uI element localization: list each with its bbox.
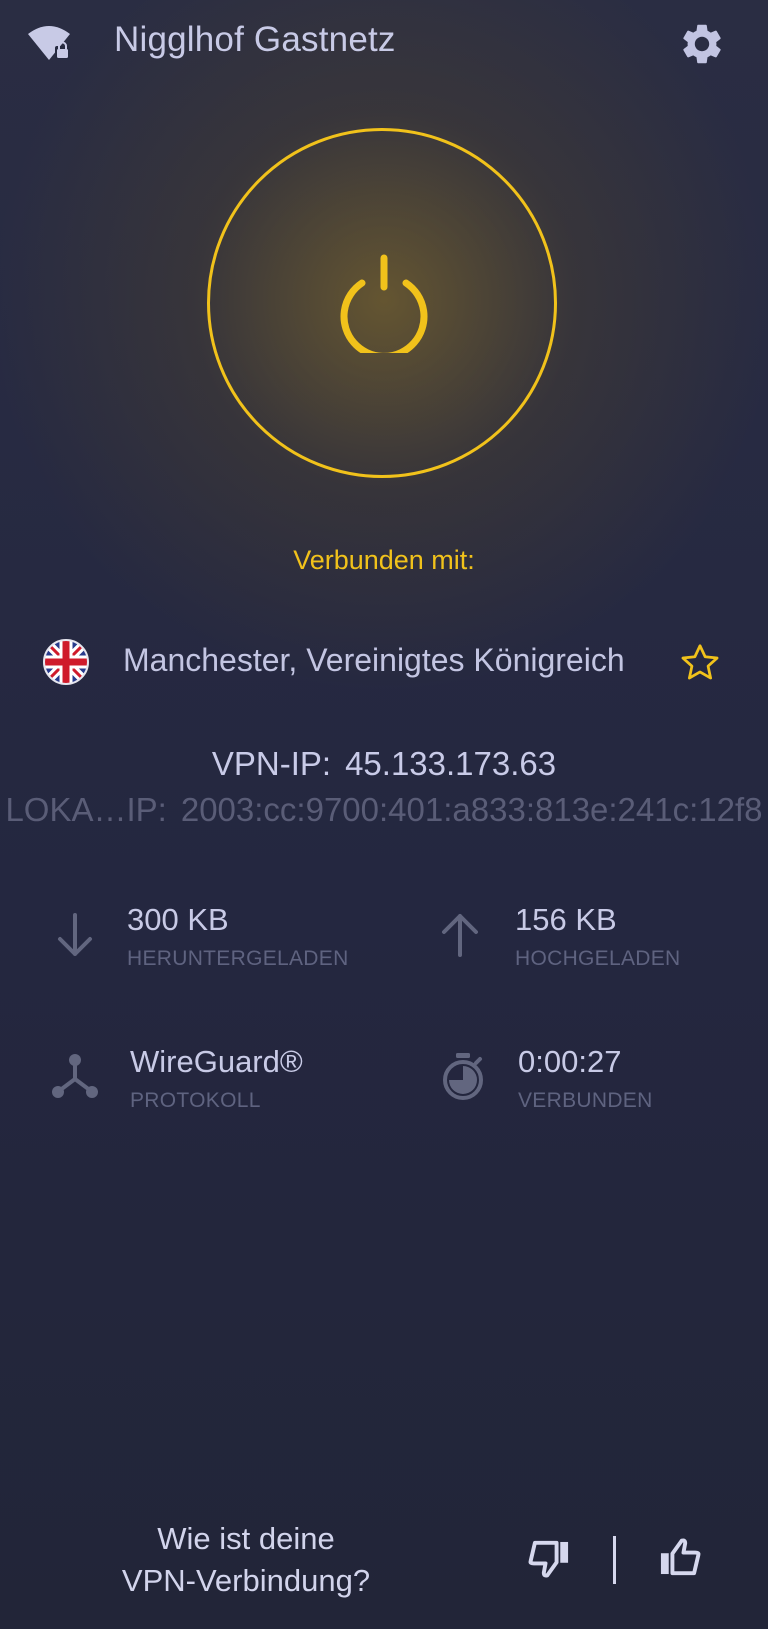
- thumbs-down-icon[interactable]: [523, 1532, 575, 1584]
- power-icon: [340, 254, 428, 353]
- feedback-question-line2: VPN-Verbindung?: [121, 1563, 371, 1598]
- network-name: Nigglhof Gastnetz: [114, 20, 396, 59]
- arrow-up-icon: [442, 914, 478, 957]
- uk-flag-icon: [43, 639, 89, 685]
- protocol-icon: [52, 1054, 98, 1098]
- server-location[interactable]: Manchester, Vereinigtes Königreich: [123, 642, 625, 679]
- timer-icon: [443, 1053, 483, 1100]
- connection-status-label: Verbunden mit:: [293, 545, 475, 575]
- local-ip-row: LOKA…IP: 2003:cc:9700:401:a833:813e:241c:…: [0, 791, 768, 829]
- gear-icon[interactable]: [678, 20, 726, 68]
- vpn-ip-value: 45.133.173.63: [345, 745, 557, 782]
- duration-value: 0:00:27: [518, 1044, 622, 1079]
- thumbs-up-icon[interactable]: [654, 1532, 706, 1584]
- uploaded-label: HOCHGELADEN: [515, 947, 681, 970]
- feedback-question: Wie ist deine VPN-Verbindung?: [96, 1518, 396, 1602]
- vpn-ip-row: VPN-IP: 45.133.173.63: [0, 745, 768, 783]
- local-ip-label: LOKA…IP:: [5, 791, 167, 828]
- protocol-label: PROTOKOLL: [130, 1089, 261, 1112]
- duration-label: VERBUNDEN: [518, 1089, 653, 1112]
- wifi-lock-icon: [28, 26, 70, 60]
- local-ip-value: 2003:cc:9700:401:a833:813e:241c:12f8: [180, 791, 763, 828]
- downloaded-label: HERUNTERGELADEN: [127, 947, 349, 970]
- uploaded-value: 156 KB: [515, 902, 617, 937]
- star-outline-icon[interactable]: [677, 641, 723, 685]
- protocol-value: WireGuard®: [130, 1044, 303, 1079]
- feedback-divider: [613, 1536, 616, 1584]
- feedback-question-line1: Wie ist deine: [157, 1521, 335, 1556]
- downloaded-value: 300 KB: [127, 902, 229, 937]
- arrow-down-icon: [58, 913, 92, 956]
- vpn-ip-label: VPN-IP:: [211, 745, 332, 782]
